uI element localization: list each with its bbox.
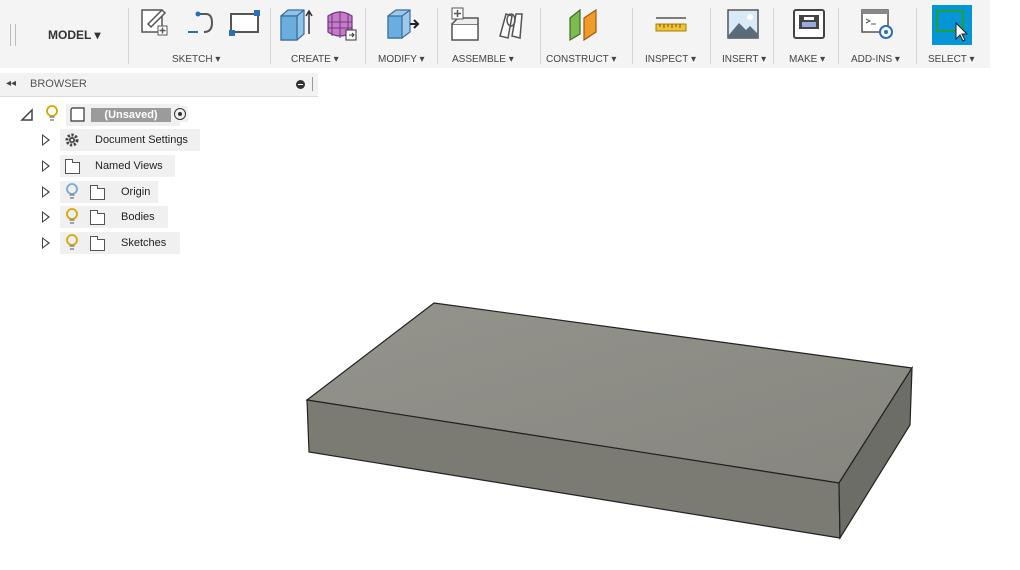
activate-radio-icon[interactable]: [172, 106, 188, 122]
collapsed-triangle-icon[interactable]: [42, 186, 50, 198]
modify-menu[interactable]: MODIFY ▾: [378, 54, 425, 65]
separator: [838, 8, 839, 64]
collapsed-triangle-icon[interactable]: [42, 237, 50, 249]
lightbulb-off-icon[interactable]: [64, 182, 80, 202]
lightbulb-icon[interactable]: [64, 233, 80, 253]
measure-icon[interactable]: [654, 6, 688, 42]
toolbar-grip[interactable]: [10, 24, 16, 46]
joint-icon[interactable]: [494, 6, 528, 42]
folder-icon: [90, 185, 105, 200]
separator: [710, 8, 711, 64]
insert-menu[interactable]: INSERT ▾: [722, 54, 766, 65]
select-menu[interactable]: SELECT ▾: [928, 54, 975, 65]
create-sketch-icon[interactable]: [140, 6, 172, 38]
workspace-switcher[interactable]: MODEL ▾: [48, 28, 100, 42]
folder-icon: [90, 210, 105, 225]
browser-panel-header: ◂◂ BROWSER: [0, 73, 318, 97]
separator: [632, 8, 633, 64]
expanded-triangle-icon[interactable]: [20, 108, 34, 122]
create-menu[interactable]: CREATE ▾: [291, 54, 339, 65]
sketch-menu[interactable]: SKETCH ▾: [172, 54, 220, 65]
panel-options-icon[interactable]: [296, 80, 305, 89]
assemble-menu[interactable]: ASSEMBLE ▾: [452, 54, 514, 65]
document-name[interactable]: (Unsaved): [91, 108, 171, 122]
construct-menu[interactable]: CONSTRUCT ▾: [546, 54, 616, 65]
separator: [773, 8, 774, 64]
press-pull-icon[interactable]: [384, 6, 420, 42]
lightbulb-icon[interactable]: [44, 104, 60, 124]
toolbar: MODEL ▾ SKETCH ▾ CREATE ▾ MODIFY ▾ ASSEM…: [0, 0, 990, 68]
document-icon: [70, 107, 85, 122]
separator: [128, 8, 129, 64]
panel-resize-handle[interactable]: [312, 77, 313, 91]
tree-item-label: Origin: [121, 186, 151, 198]
lightbulb-icon[interactable]: [64, 207, 80, 227]
tree-item-label: Bodies: [121, 211, 155, 223]
separator: [916, 8, 917, 64]
offset-plane-icon[interactable]: [566, 6, 602, 42]
collapsed-triangle-icon[interactable]: [42, 134, 50, 146]
select-icon: [936, 10, 969, 42]
spline-icon[interactable]: [184, 6, 216, 38]
new-component-icon[interactable]: [448, 6, 482, 42]
tree-item-label: Sketches: [121, 237, 167, 249]
make-menu[interactable]: MAKE ▾: [789, 54, 825, 65]
form-icon[interactable]: [322, 6, 358, 42]
rectangle-icon[interactable]: [228, 6, 262, 38]
separator: [437, 8, 438, 64]
scripts-icon[interactable]: [860, 6, 896, 42]
box-body[interactable]: [305, 302, 914, 541]
folder-icon: [65, 159, 80, 174]
collapsed-triangle-icon[interactable]: [42, 160, 50, 172]
tree-item-label: Document Settings: [95, 134, 188, 146]
separator: [365, 8, 366, 64]
separator: [270, 8, 271, 64]
tree-item-label: Named Views: [95, 160, 163, 172]
browser-title: BROWSER: [30, 78, 87, 90]
insert-image-icon[interactable]: [726, 6, 760, 42]
select-button[interactable]: [932, 5, 972, 45]
collapse-panel-icon[interactable]: ◂◂: [6, 78, 16, 89]
add-ins-menu[interactable]: ADD-INS ▾: [851, 54, 900, 65]
folder-icon: [90, 236, 105, 251]
3d-print-icon[interactable]: [792, 6, 826, 42]
inspect-menu[interactable]: INSPECT ▾: [645, 54, 696, 65]
gear-icon: [65, 133, 79, 147]
extrude-icon[interactable]: [278, 6, 314, 42]
separator: [540, 8, 541, 64]
collapsed-triangle-icon[interactable]: [42, 211, 50, 223]
